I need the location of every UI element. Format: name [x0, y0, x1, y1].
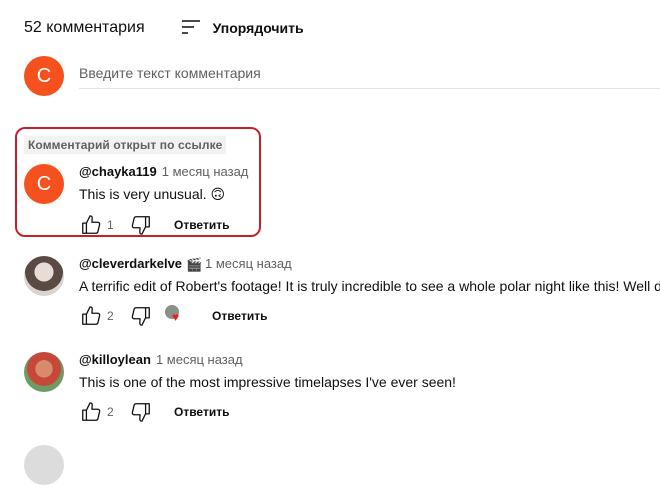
comment-time[interactable]: 1 месяц назад [162, 164, 249, 179]
avatar[interactable] [24, 445, 64, 485]
thumbs-down-icon [131, 403, 150, 422]
like-count: 1 [107, 218, 114, 232]
comment-input-wrap [79, 56, 660, 89]
creator-heart[interactable]: ♥ [165, 305, 187, 327]
reply-button[interactable]: Ответить [174, 405, 229, 419]
comment-text: This is very unusual. 🙃 [79, 186, 226, 202]
comment-count: 52 комментария [24, 19, 145, 36]
comment-text: A terrific edit of Robert's footage! It … [79, 278, 660, 294]
thumbs-down-icon [131, 216, 150, 235]
heart-icon: ♥ [172, 310, 180, 324]
comment-time[interactable]: 1 месяц назад [156, 352, 243, 367]
reply-button[interactable]: Ответить [174, 218, 229, 232]
clapperboard-icon: 🎬 [186, 256, 203, 272]
like-button[interactable] [79, 304, 103, 328]
comment-actions: 1 Ответить [79, 213, 660, 237]
like-count: 2 [107, 309, 114, 323]
author-handle[interactable]: @chayka119 [79, 164, 157, 179]
author-handle[interactable]: @cleverdarkelve [79, 256, 182, 271]
like-button[interactable] [79, 400, 103, 424]
sort-icon [181, 20, 200, 34]
thumbs-up-icon [82, 306, 101, 325]
thumbs-up-icon [82, 402, 101, 421]
avatar[interactable] [24, 256, 64, 296]
comment-body: @killoylean 1 месяц назад This is one of… [79, 352, 660, 424]
comment-text: This is one of the most impressive timel… [79, 374, 456, 390]
avatar[interactable]: C [24, 164, 64, 204]
add-comment: C [24, 56, 660, 96]
comment-body: @cleverdarkelve 🎬 1 месяц назад A terrif… [79, 256, 660, 328]
dislike-button[interactable] [129, 304, 153, 328]
dislike-button[interactable] [129, 400, 153, 424]
comment-header: @cleverdarkelve 🎬 1 месяц назад [79, 256, 660, 272]
comment-header: @killoylean 1 месяц назад [79, 352, 660, 367]
comments-header: 52 комментария Упорядочить [24, 16, 304, 40]
reply-button[interactable]: Ответить [212, 309, 267, 323]
avatar[interactable] [24, 352, 64, 392]
comment-actions: 2 Ответить [79, 400, 660, 424]
thumbs-down-icon [131, 307, 150, 326]
sort-button[interactable]: Упорядочить [179, 16, 304, 40]
linked-comment-badge: Комментарий открыт по ссылке [24, 136, 227, 154]
like-button[interactable] [79, 213, 103, 237]
dislike-button[interactable] [129, 213, 153, 237]
comment-input[interactable] [79, 65, 660, 81]
author-handle[interactable]: @killoylean [79, 352, 151, 367]
avatar: C [24, 56, 64, 96]
comment-header: @chayka119 1 месяц назад [79, 164, 660, 179]
comment-actions: 2 ♥ Ответить [79, 304, 660, 328]
like-count: 2 [107, 405, 114, 419]
sort-label: Упорядочить [212, 20, 304, 36]
comment-body: @chayka119 1 месяц назад This is very un… [79, 164, 660, 237]
comment-time[interactable]: 1 месяц назад [205, 256, 292, 271]
thumbs-up-icon [82, 215, 101, 234]
